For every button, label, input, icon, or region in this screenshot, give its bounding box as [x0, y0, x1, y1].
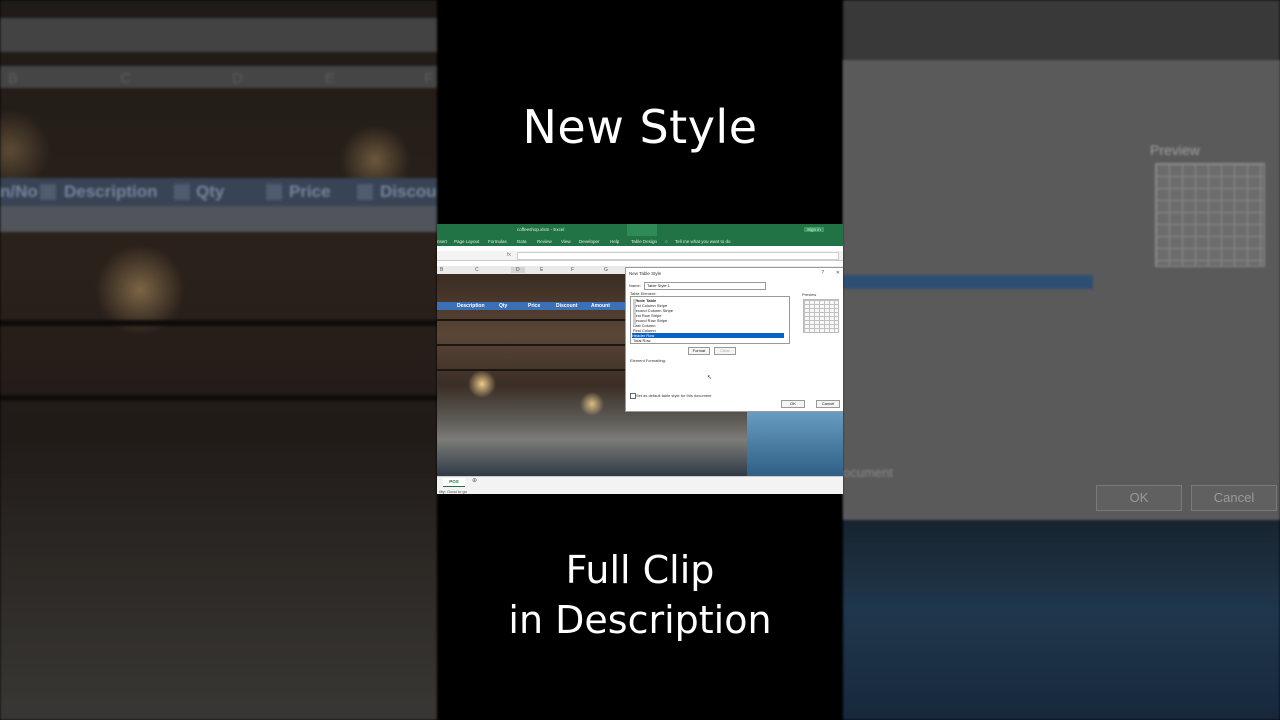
background-selected-row	[843, 275, 1093, 289]
format-button[interactable]: Format	[688, 347, 710, 355]
sign-in-button[interactable]: Sign in	[804, 227, 824, 232]
col-d[interactable]: D	[511, 267, 525, 273]
tab-data[interactable]: Data	[517, 239, 527, 244]
overlay-subtitle-line2: in Description	[508, 598, 772, 642]
list-item-selected[interactable]: Header Row	[632, 333, 784, 338]
list-item[interactable]: Total Row	[633, 338, 651, 343]
header-amount[interactable]: Amount	[591, 303, 610, 309]
col-g[interactable]: G	[604, 267, 608, 273]
lightbulb-icon: ○	[665, 239, 668, 244]
overlay-title: New Style	[522, 100, 758, 154]
name-input[interactable]: Table Style 1	[644, 282, 766, 290]
tab-help[interactable]: Help	[610, 239, 619, 244]
overlay-subtitle-line1: Full Clip	[565, 548, 715, 592]
preview-label: Preview	[802, 292, 817, 297]
default-style-label: Set as default table style for this docu…	[636, 393, 712, 398]
background-ocument-text: ocument	[843, 465, 893, 480]
col-c[interactable]: C	[475, 267, 479, 273]
background-left-panel: B C D E F n/No Description Qty Price Dis…	[0, 0, 437, 720]
tab-insert[interactable]: nsert	[437, 239, 447, 244]
ok-button[interactable]: OK	[781, 400, 805, 408]
cafe-window	[747, 404, 843, 476]
ribbon-tabs: nsert Page Layout Formulas Data Review V…	[437, 236, 843, 246]
name-label: Name:	[629, 283, 641, 288]
background-ok-button: OK	[1096, 485, 1182, 511]
tab-review[interactable]: Review	[537, 239, 552, 244]
tab-table-design[interactable]: Table Design	[631, 239, 657, 244]
dialog-title: New Table Style	[629, 271, 662, 276]
status-text: ility: Good to go	[439, 489, 467, 494]
clear-button[interactable]: Clear	[714, 347, 736, 355]
status-bar: POS ⊕ ility: Good to go	[437, 476, 843, 494]
col-f[interactable]: F	[571, 267, 574, 273]
table-header-row: Description Qty Price Discount Amount	[437, 302, 627, 310]
background-preview-grid	[1155, 163, 1265, 267]
tab-developer[interactable]: Developer	[579, 239, 600, 244]
tab-formulas[interactable]: Formulas	[488, 239, 507, 244]
formula-bar: fx	[437, 251, 843, 261]
tell-me-search[interactable]: Tell me what you want to do	[675, 239, 731, 244]
preview-grid	[803, 299, 839, 333]
cancel-button[interactable]: Cancel	[816, 400, 840, 408]
excel-screenshot: coffeeshop.xlsm - Excel Table Tools Sign…	[437, 224, 843, 494]
col-e[interactable]: E	[540, 267, 543, 273]
table-element-list[interactable]: Whole Table First Column Stripe Second C…	[630, 296, 790, 344]
formula-input[interactable]	[517, 252, 839, 260]
col-b[interactable]: B	[440, 267, 443, 273]
header-qty[interactable]: Qty	[499, 303, 507, 309]
background-cancel-button: Cancel	[1191, 485, 1277, 511]
window-title: coffeeshop.xlsm - Excel	[517, 227, 565, 232]
fx-icon[interactable]: fx	[507, 252, 511, 258]
close-icon[interactable]: ✕	[836, 270, 840, 276]
list-scrollbar[interactable]	[633, 299, 636, 325]
background-preview-label: Preview	[1150, 142, 1200, 158]
mouse-cursor-icon: ↖	[707, 375, 713, 381]
add-sheet-icon[interactable]: ⊕	[472, 477, 477, 484]
header-price[interactable]: Price	[528, 303, 540, 309]
header-discount[interactable]: Discount	[556, 303, 577, 309]
background-dialog: Preview ocument	[843, 60, 1280, 520]
tab-view[interactable]: View	[561, 239, 571, 244]
tab-page-layout[interactable]: Page Layout	[454, 239, 479, 244]
element-formatting-label: Element Formatting:	[630, 358, 667, 363]
header-description[interactable]: Description	[457, 303, 485, 309]
sheet-tab-pos[interactable]: POS	[443, 478, 465, 487]
help-icon[interactable]: ?	[821, 270, 824, 276]
new-table-style-dialog: New Table Style ? ✕ Name: Table Style 1 …	[625, 267, 843, 412]
